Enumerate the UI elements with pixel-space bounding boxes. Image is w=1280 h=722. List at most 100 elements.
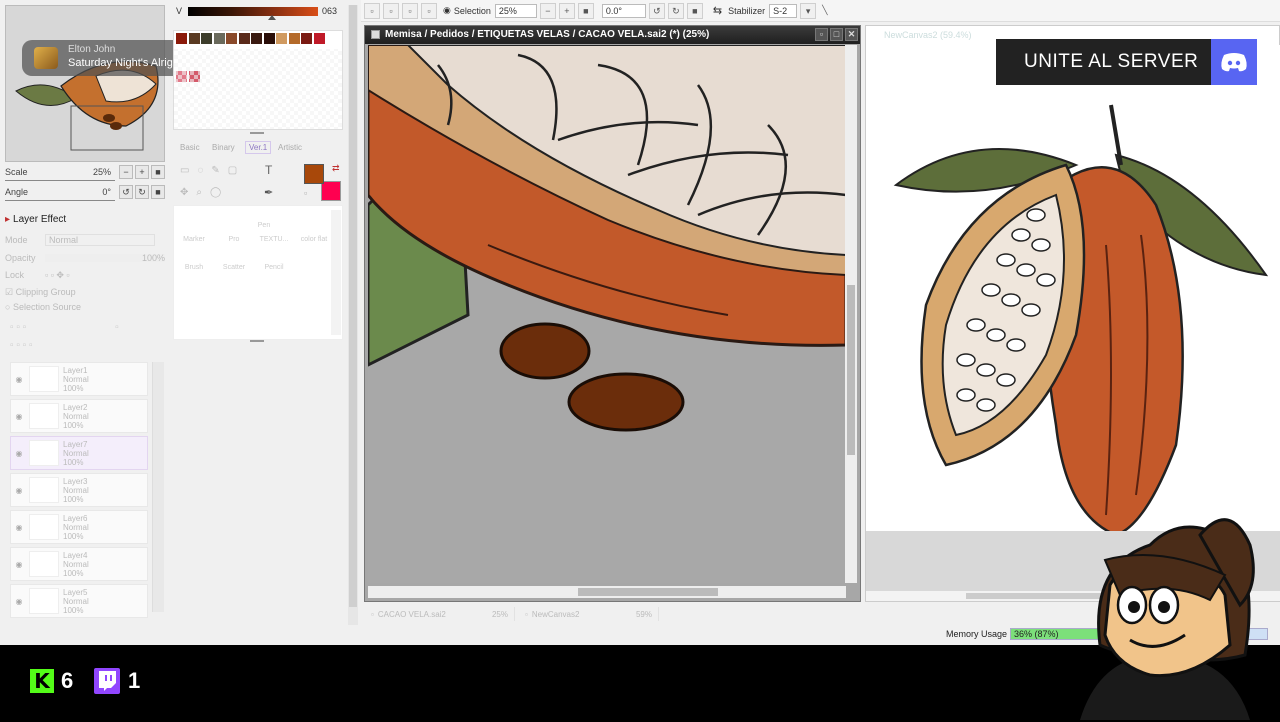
brush-tab[interactable]: Binary [212,143,235,152]
brush-tool-cell[interactable]: Marker [174,220,214,248]
opacity-slider[interactable]: 100% [45,254,165,263]
color-swatch[interactable] [201,33,212,44]
layer-row[interactable]: ◉ Layer4 Normal 100% [10,547,148,581]
line-tool-icon[interactable]: ╲ [822,5,827,16]
foreground-color-swatch[interactable] [304,164,324,184]
color-swatch[interactable] [288,33,300,44]
maximize-button[interactable]: □ [830,28,843,41]
zoom-reset-button[interactable]: ■ [151,165,165,179]
rotation-select[interactable]: 0.0° [601,3,646,18]
swatch-palette[interactable] [173,30,343,130]
color-swatch[interactable] [176,71,187,82]
color-swatch[interactable] [188,33,200,44]
toolbar-button-1[interactable]: ▫ [364,2,380,19]
angle-slider[interactable] [5,200,115,201]
stabilizer-dropdown[interactable]: ▾ [800,2,817,19]
scale-slider[interactable] [5,180,115,181]
selection-tools[interactable]: ▭◌✎▢ [180,165,245,176]
brush-tab[interactable]: Artistic [278,143,302,152]
layer-visibility-eye-icon[interactable]: ◉ [13,523,25,532]
selection-source-checkbox[interactable]: ○ [5,302,13,312]
color-swatch[interactable] [276,33,287,44]
layer-row[interactable]: ◉ Layer3 Normal 100% [10,473,148,507]
brush-tool-cell[interactable]: Pencil [254,248,294,276]
layer-visibility-eye-icon[interactable]: ◉ [13,375,25,384]
layer-row[interactable]: ◉ Layer2 Normal 100% [10,399,148,433]
color-swatch[interactable] [251,33,262,44]
left-panel-scrollbar[interactable] [348,5,358,625]
layer-action-buttons[interactable]: ▫ ▫ ▫ ▫ [10,340,33,351]
flip-icon[interactable]: ⇆ [713,4,722,17]
color-swatch[interactable] [238,33,250,44]
brush-tab[interactable]: Ver.1 [245,141,272,154]
color-swatch[interactable] [263,33,275,44]
toolbar-button-2[interactable]: ▫ [383,2,399,19]
rotate-ccw-button[interactable]: ↺ [648,2,665,19]
brush-tool-cell[interactable]: Scatter [214,248,254,276]
rotate-reset-button[interactable]: ■ [151,185,165,199]
value-slider-handle[interactable] [268,15,276,20]
value-slider[interactable] [188,7,318,16]
minimize-button[interactable]: ▫ [815,28,828,41]
document-tab[interactable]: ▫ CACAO VELA.sai2 25% [365,607,515,621]
clipping-checkbox[interactable]: ☑ [5,287,16,298]
color-swatch[interactable] [213,33,225,44]
swap-colors-icon[interactable]: ⇄ [332,163,340,174]
layer-row[interactable]: ◉ Layer6 Normal 100% [10,510,148,544]
mode-select[interactable]: Normal [45,234,155,246]
color-swatch[interactable] [226,33,237,44]
layer-visibility-eye-icon[interactable]: ◉ [13,560,25,569]
layer-visibility-eye-icon[interactable]: ◉ [13,412,25,421]
layer-visibility-eye-icon[interactable]: ◉ [13,486,25,495]
transform-tools[interactable]: ✥⌕◯ [180,187,229,198]
tool-grid-scrollbar[interactable] [331,210,341,335]
canvas-horizontal-scrollbar[interactable] [368,586,846,598]
layer-row[interactable]: ◉ Layer7 Normal 100% [10,436,148,470]
document-tab[interactable]: ▫ NewCanvas2 59% [519,607,659,621]
layer-row[interactable]: ◉ Layer5 Normal 100% [10,584,148,618]
new-layer-buttons[interactable]: ▫ ▫ ▫ ▫ [10,322,119,333]
color-swatch[interactable] [176,33,187,44]
toolbar-zoom-in-button[interactable]: + [558,2,575,19]
toolbar-zoom-out-button[interactable]: − [539,2,556,19]
rotate-right-button[interactable]: ↻ [135,185,149,199]
text-tool-icon[interactable]: T [265,163,272,177]
layer-list-scrollbar[interactable] [152,362,164,612]
layer-row[interactable]: ◉ Layer1 Normal 100% [10,362,148,396]
color-swatch[interactable] [188,71,200,82]
rotate-left-button[interactable]: ↺ [119,185,133,199]
color-swatch[interactable] [301,33,312,44]
selection-source-row[interactable]: ○ Selection Source [5,299,165,315]
brush-tool-cell[interactable]: color flat [294,220,334,248]
stabilizer-select[interactable]: S-2 [769,3,798,18]
rotate-reset-tb-button[interactable]: ■ [686,2,703,19]
rotate-cw-button[interactable]: ↻ [667,2,684,19]
navigator-preview[interactable] [5,5,165,162]
zoom-select[interactable]: 25% [494,3,537,18]
layer-visibility-eye-icon[interactable]: ◉ [13,597,25,606]
brush-tab[interactable]: Basic [180,143,200,152]
zoom-out-button[interactable]: − [119,165,133,179]
tool-panel-splitter[interactable] [250,340,264,342]
toolbar-zoom-reset-button[interactable]: ■ [577,2,594,19]
brush-tool-cell[interactable]: Brush [174,248,214,276]
background-color-swatch[interactable] [321,181,341,201]
canvas-window-titlebar[interactable]: Memisa / Pedidos / ETIQUETAS VELAS / CAC… [365,26,860,44]
transparent-color-icon[interactable]: ▫ [304,188,307,198]
selection-eye-icon[interactable]: ◉ [443,5,451,16]
color-swatch[interactable] [313,33,325,44]
layer-effect-header[interactable]: ▸ Layer Effect [5,212,165,226]
brush-tool-cell[interactable]: Pro [214,220,254,248]
eyedropper-icon[interactable]: ✒ [264,186,273,199]
lock-icons[interactable]: ▫ ▫ ✥ ▫ [45,270,70,281]
zoom-in-button[interactable]: + [135,165,149,179]
brush-tool-cell[interactable]: TEXTU... [254,220,294,248]
discord-banner[interactable]: UNITE AL SERVER [996,39,1257,85]
toolbar-button-4[interactable]: ▫ [421,2,437,19]
close-button[interactable]: ✕ [845,28,858,41]
layer-visibility-eye-icon[interactable]: ◉ [13,449,25,458]
drawing-canvas[interactable] [368,45,846,583]
toolbar-button-3[interactable]: ▫ [402,2,418,19]
canvas-vertical-scrollbar[interactable] [845,45,857,583]
clipping-row[interactable]: ☑ Clipping Group [5,284,165,300]
